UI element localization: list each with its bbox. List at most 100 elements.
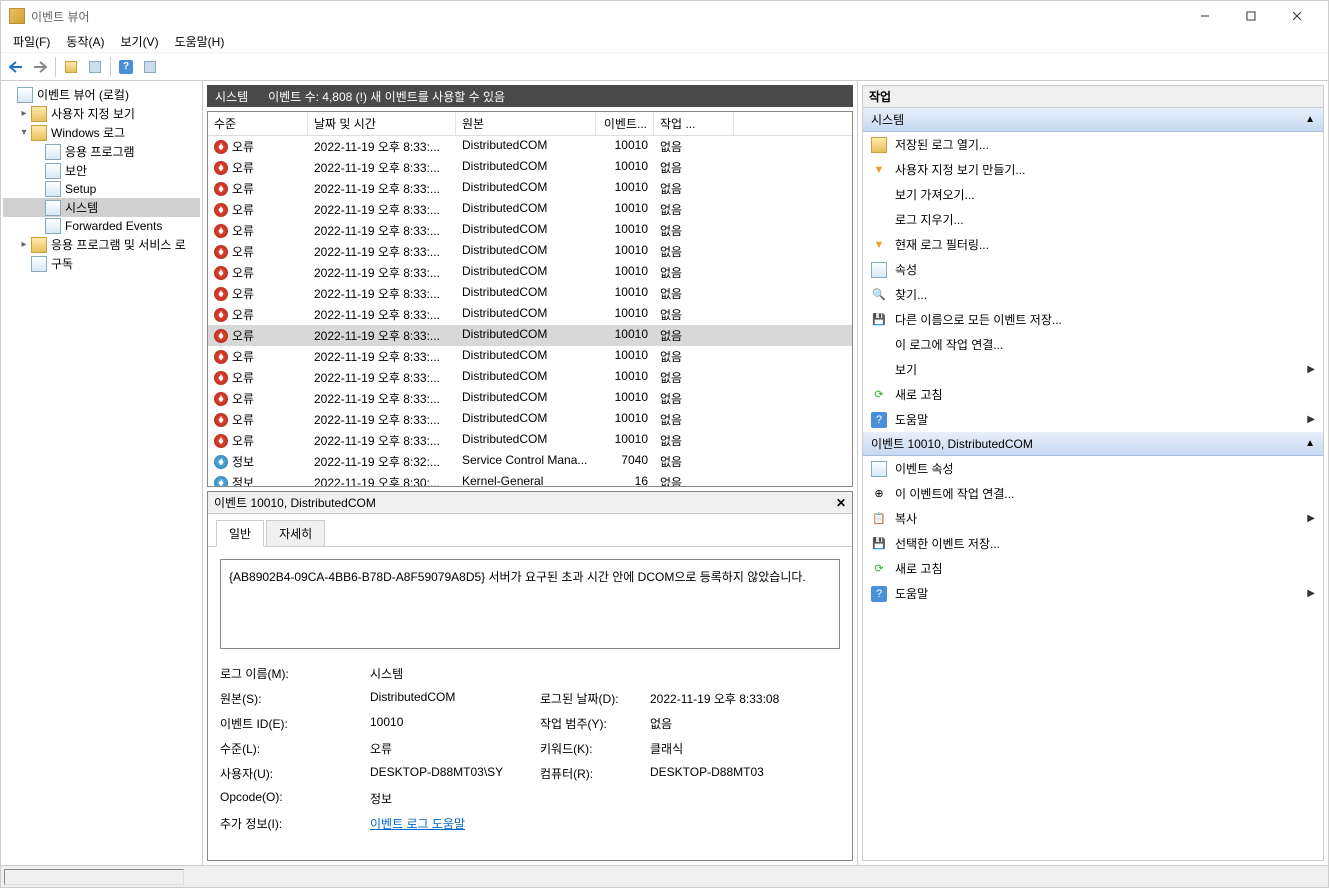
table-row[interactable]: 정보2022-11-19 오후 8:30:...Kernel-General16…: [208, 472, 852, 486]
tree-root[interactable]: 이벤트 뷰어 (로컬): [3, 85, 200, 104]
action-help-2[interactable]: ?도움말▶: [863, 581, 1323, 606]
toolbar-button-2[interactable]: [84, 56, 106, 78]
action-create-custom-view[interactable]: ▼사용자 지정 보기 만들기...: [863, 157, 1323, 182]
cell-task: 없음: [654, 389, 734, 408]
cell-task: 없음: [654, 410, 734, 429]
table-row[interactable]: 오류2022-11-19 오후 8:33:...DistributedCOM10…: [208, 283, 852, 304]
action-refresh[interactable]: ⟳새로 고침: [863, 382, 1323, 407]
table-row[interactable]: 오류2022-11-19 오후 8:33:...DistributedCOM10…: [208, 346, 852, 367]
toolbar-button-3[interactable]: [139, 56, 161, 78]
cell-date: 2022-11-19 오후 8:33:...: [308, 158, 456, 177]
nav-forward-button[interactable]: [29, 56, 51, 78]
table-row[interactable]: 오류2022-11-19 오후 8:33:...DistributedCOM10…: [208, 241, 852, 262]
tree-security[interactable]: 보안: [3, 161, 200, 180]
events-table: 수준 날짜 및 시간 원본 이벤트... 작업 ... 오류 2022-11-19…: [207, 111, 853, 487]
label-opcode: Opcode(O):: [220, 790, 360, 807]
toolbar-button-1[interactable]: [60, 56, 82, 78]
action-help[interactable]: ?도움말▶: [863, 407, 1323, 432]
table-row[interactable]: 오류2022-11-19 오후 8:33:...DistributedCOM10…: [208, 157, 852, 178]
collapse-icon[interactable]: ▾: [17, 127, 31, 138]
event-log-help-link[interactable]: 이벤트 로그 도움말: [370, 817, 465, 831]
cell-event-id: 10010: [596, 305, 654, 324]
tree-application[interactable]: 응용 프로그램: [3, 142, 200, 161]
minimize-button[interactable]: [1182, 1, 1228, 31]
col-eventid[interactable]: 이벤트...: [596, 112, 654, 135]
cell-date: 2022-11-19 오후 8:33:...: [308, 137, 456, 156]
action-open-saved-log[interactable]: 저장된 로그 열기...: [863, 132, 1323, 157]
cell-level: 오류: [208, 305, 308, 324]
table-row[interactable]: 오류2022-11-19 오후 8:33:...DistributedCOM10…: [208, 388, 852, 409]
table-row[interactable]: 오류2022-11-19 오후 8:33:...DistributedCOM10…: [208, 304, 852, 325]
table-row[interactable]: 오류2022-11-19 오후 8:33:...DistributedCOM10…: [208, 262, 852, 283]
menu-file[interactable]: 파일(F): [5, 31, 58, 52]
tree-app-services[interactable]: ▸ 응용 프로그램 및 서비스 로: [3, 235, 200, 254]
close-button[interactable]: [1274, 1, 1320, 31]
value-level: 오류: [370, 740, 530, 757]
action-filter-log[interactable]: ▼현재 로그 필터링...: [863, 232, 1323, 257]
table-row[interactable]: 오류2022-11-19 오후 8:33:...DistributedCOM10…: [208, 136, 852, 157]
tree-setup[interactable]: Setup: [3, 180, 200, 198]
table-row[interactable]: 오류2022-11-19 오후 8:33:...DistributedCOM10…: [208, 220, 852, 241]
col-date[interactable]: 날짜 및 시간: [308, 112, 456, 135]
tree-pane[interactable]: 이벤트 뷰어 (로컬) ▸ 사용자 지정 보기 ▾ Windows 로그 응용 …: [1, 81, 203, 865]
tree-forwarded[interactable]: Forwarded Events: [3, 217, 200, 235]
action-event-properties[interactable]: 이벤트 속성: [863, 456, 1323, 481]
refresh-icon: ⟳: [871, 387, 887, 403]
action-attach-task-event[interactable]: ⊕이 이벤트에 작업 연결...: [863, 481, 1323, 506]
col-level[interactable]: 수준: [208, 112, 308, 135]
cell-level: 오류: [208, 326, 308, 345]
menu-view[interactable]: 보기(V): [112, 31, 166, 52]
tree-subscriptions[interactable]: 구독: [3, 254, 200, 273]
filter-icon: ▼: [871, 162, 887, 178]
filter-icon: ▼: [871, 237, 887, 253]
action-import-view[interactable]: 보기 가져오기...: [863, 182, 1323, 207]
action-find[interactable]: 🔍찾기...: [863, 282, 1323, 307]
blank-icon: [871, 337, 887, 353]
table-body[interactable]: 오류 2022-11-19 오후 8:33:... DistributedCOM 10…: [208, 136, 852, 486]
table-row[interactable]: 오류2022-11-19 오후 8:33:...DistributedCOM10…: [208, 325, 852, 346]
table-row[interactable]: 오류2022-11-19 오후 8:33:...DistributedCOM10…: [208, 178, 852, 199]
action-refresh-2[interactable]: ⟳새로 고침: [863, 556, 1323, 581]
cell-level: 오류: [208, 263, 308, 282]
action-save-selected[interactable]: 💾선택한 이벤트 저장...: [863, 531, 1323, 556]
col-task[interactable]: 작업 ...: [654, 112, 734, 135]
value-keywords: 클래식: [650, 740, 850, 757]
tree-root-label: 이벤트 뷰어 (로컬): [37, 86, 129, 103]
detail-body: {AB8902B4-09CA-4BB6-B78D-A8F59079A8D5} 서…: [208, 546, 852, 860]
menu-action[interactable]: 동작(A): [58, 31, 112, 52]
tab-details[interactable]: 자세히: [266, 520, 325, 547]
action-group-event[interactable]: 이벤트 10010, DistributedCOM ▲: [863, 432, 1323, 456]
cell-task: 없음: [654, 347, 734, 366]
table-row[interactable]: 오류2022-11-19 오후 8:33:...DistributedCOM10…: [208, 409, 852, 430]
table-row[interactable]: 오류2022-11-19 오후 8:33:...DistributedCOM10…: [208, 430, 852, 451]
help-button[interactable]: ?: [115, 56, 137, 78]
action-view[interactable]: 보기▶: [863, 357, 1323, 382]
tree-windows-logs[interactable]: ▾ Windows 로그: [3, 123, 200, 142]
table-header-row: 수준 날짜 및 시간 원본 이벤트... 작업 ...: [208, 112, 852, 136]
event-properties-grid: 로그 이름(M): 시스템 원본(S): DistributedCOM 로그된 …: [220, 665, 840, 832]
table-row[interactable]: 오류2022-11-19 오후 8:33:...DistributedCOM10…: [208, 367, 852, 388]
cell-task: 없음: [654, 179, 734, 198]
menu-help[interactable]: 도움말(H): [167, 31, 233, 52]
tree-system[interactable]: 시스템: [3, 198, 200, 217]
cell-source: DistributedCOM: [456, 200, 596, 219]
cell-task: 없음: [654, 368, 734, 387]
maximize-button[interactable]: [1228, 1, 1274, 31]
action-group-system[interactable]: 시스템 ▲: [863, 108, 1323, 132]
tree-custom-views[interactable]: ▸ 사용자 지정 보기: [3, 104, 200, 123]
tab-general[interactable]: 일반: [216, 520, 264, 547]
cell-event-id: 10010: [596, 347, 654, 366]
expand-icon[interactable]: ▸: [17, 239, 31, 250]
action-save-all[interactable]: 💾다른 이름으로 모든 이벤트 저장...: [863, 307, 1323, 332]
table-row[interactable]: 정보2022-11-19 오후 8:32:...Service Control …: [208, 451, 852, 472]
action-copy[interactable]: 📋복사▶: [863, 506, 1323, 531]
action-attach-task-log[interactable]: 이 로그에 작업 연결...: [863, 332, 1323, 357]
table-row[interactable]: 오류2022-11-19 오후 8:33:...DistributedCOM10…: [208, 199, 852, 220]
col-source[interactable]: 원본: [456, 112, 596, 135]
nav-back-button[interactable]: [5, 56, 27, 78]
detail-close-button[interactable]: ✕: [836, 496, 846, 510]
action-properties[interactable]: 속성: [863, 257, 1323, 282]
action-clear-log[interactable]: 로그 지우기...: [863, 207, 1323, 232]
expand-icon[interactable]: ▸: [17, 108, 31, 119]
error-icon: [214, 161, 228, 175]
